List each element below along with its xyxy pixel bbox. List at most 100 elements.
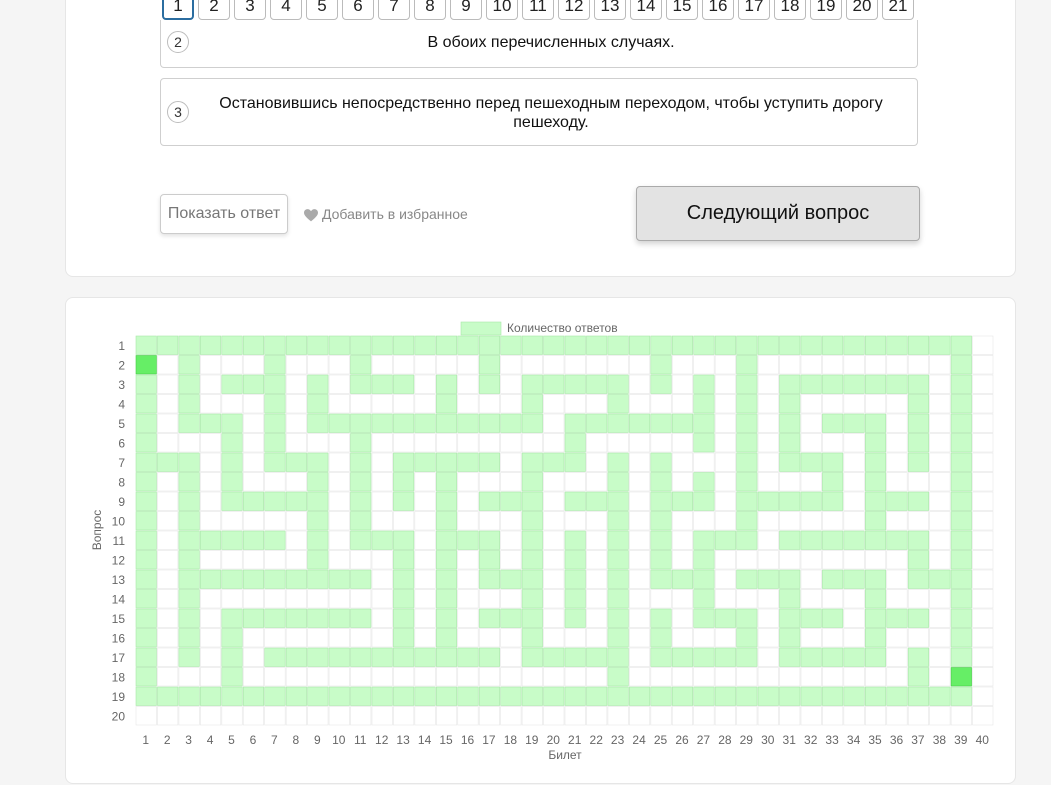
heatmap-cell [500, 706, 522, 726]
heatmap-cell [693, 374, 715, 394]
heatmap-cell [414, 686, 436, 706]
heatmap-cell [157, 374, 179, 394]
heatmap-cell [564, 374, 586, 394]
question-tab-7[interactable]: 7 [378, 0, 410, 20]
heatmap-cell [178, 452, 200, 472]
heatmap-cell [800, 511, 822, 531]
x-tick-label: 10 [332, 733, 346, 747]
heatmap-cell [393, 608, 415, 628]
question-tab-10[interactable]: 10 [486, 0, 518, 20]
heatmap-cell [264, 589, 286, 609]
answers-heatmap: 12345678910111213141516171819201 2 3 4 5 6 7 8 9… [90, 321, 994, 762]
question-tab-14[interactable]: 14 [630, 0, 662, 20]
heatmap-cell [843, 569, 865, 589]
heatmap-cell [929, 550, 951, 570]
heatmap-cell [779, 335, 801, 355]
question-tab-4[interactable]: 4 [270, 0, 302, 20]
question-tab-6[interactable]: 6 [342, 0, 374, 20]
heatmap-cell [907, 550, 929, 570]
answer-option-2[interactable]: 2 В обоих перечисленных случаях. [160, 20, 918, 68]
heatmap-cell [350, 394, 372, 414]
x-tick-label: 34 [847, 733, 861, 747]
heatmap-cell [435, 647, 458, 667]
heatmap-cell [972, 374, 994, 394]
heatmap-cell [328, 511, 350, 531]
next-question-button[interactable]: Следующий вопрос [636, 186, 920, 241]
answer-option-3[interactable]: 3 Остановившись непосредственно перед пе… [160, 78, 918, 146]
heatmap-cell [242, 647, 265, 667]
heatmap-cell [264, 706, 286, 726]
legend-label[interactable]: Количество ответов [507, 321, 618, 335]
heatmap-cell [521, 589, 543, 609]
question-tab-8[interactable]: 8 [414, 0, 446, 20]
heatmap-cell [521, 569, 543, 589]
heatmap-cell [435, 608, 458, 628]
heatmap-cell [242, 706, 265, 726]
add-favorite-link[interactable]: Добавить в избранное [304, 204, 468, 224]
heatmap-cell [886, 452, 908, 472]
question-tab-1[interactable]: 1 [162, 0, 194, 20]
question-tab-15[interactable]: 15 [666, 0, 698, 20]
heatmap-cell [907, 394, 929, 414]
heatmap-cell [714, 589, 736, 609]
show-answer-button[interactable]: Показать ответ [160, 194, 288, 234]
heatmap-cell [178, 374, 200, 394]
heatmap-cell [328, 394, 350, 414]
question-tab-17[interactable]: 17 [738, 0, 770, 20]
heatmap-cell [350, 530, 372, 550]
heatmap-cell [135, 452, 157, 472]
question-tab-13[interactable]: 13 [594, 0, 626, 20]
heatmap-cell [178, 686, 200, 706]
heatmap-cell [393, 706, 415, 726]
heatmap-cell [671, 530, 694, 550]
heatmap-cell [350, 706, 372, 726]
heatmap-cell [886, 608, 908, 628]
heatmap-cell [393, 550, 415, 570]
heatmap-cell [414, 589, 436, 609]
question-tab-3[interactable]: 3 [234, 0, 266, 20]
heatmap-cell [157, 706, 179, 726]
question-tab-5[interactable]: 5 [306, 0, 338, 20]
heatmap-cell [693, 472, 715, 492]
heatmap-cell [200, 628, 222, 648]
heatmap-cell [629, 589, 651, 609]
heatmap-cell [671, 413, 694, 433]
heatmap-cell [779, 550, 801, 570]
heatmap-cell [714, 706, 736, 726]
heatmap-cell [457, 433, 479, 453]
question-tab-2[interactable]: 2 [198, 0, 230, 20]
heatmap-cell [350, 667, 372, 687]
heatmap-cell [843, 491, 865, 511]
heatmap-cell [200, 667, 222, 687]
question-tab-9[interactable]: 9 [450, 0, 482, 20]
heatmap-cell [864, 335, 887, 355]
heatmap-cell [929, 355, 951, 375]
heatmap-cell [371, 433, 393, 453]
heatmap-cell [629, 511, 651, 531]
heatmap-cell [393, 491, 415, 511]
heatmap-cell [757, 355, 779, 375]
question-tab-12[interactable]: 12 [558, 0, 590, 20]
heatmap-cell [929, 472, 951, 492]
heatmap-cell [693, 491, 715, 511]
heatmap-cell [457, 608, 479, 628]
heatmap-cell [200, 433, 222, 453]
heatmap-cell [757, 686, 779, 706]
heatmap-cell [285, 413, 307, 433]
heatmap-cell [264, 394, 286, 414]
heatmap-cell [157, 472, 179, 492]
question-tab-11[interactable]: 11 [522, 0, 554, 20]
question-tab-16[interactable]: 16 [702, 0, 734, 20]
heatmap-cell [307, 394, 329, 414]
question-tab-21[interactable]: 21 [882, 0, 914, 20]
heatmap-cell [800, 589, 822, 609]
heatmap-cell [221, 589, 243, 609]
question-tab-19[interactable]: 19 [810, 0, 842, 20]
chart-card: 1 2 3 4 5 6 7 8 9 10 11 12 13 14 15 16 17 18 19 20 1 2 3 4 5 6 7 8 9… [65, 297, 1016, 784]
heatmap-cell [736, 355, 758, 375]
heatmap-cell [543, 628, 565, 648]
heatmap-cell [157, 686, 179, 706]
heatmap-cell [950, 608, 972, 628]
question-tab-20[interactable]: 20 [846, 0, 878, 20]
question-tab-18[interactable]: 18 [774, 0, 806, 20]
